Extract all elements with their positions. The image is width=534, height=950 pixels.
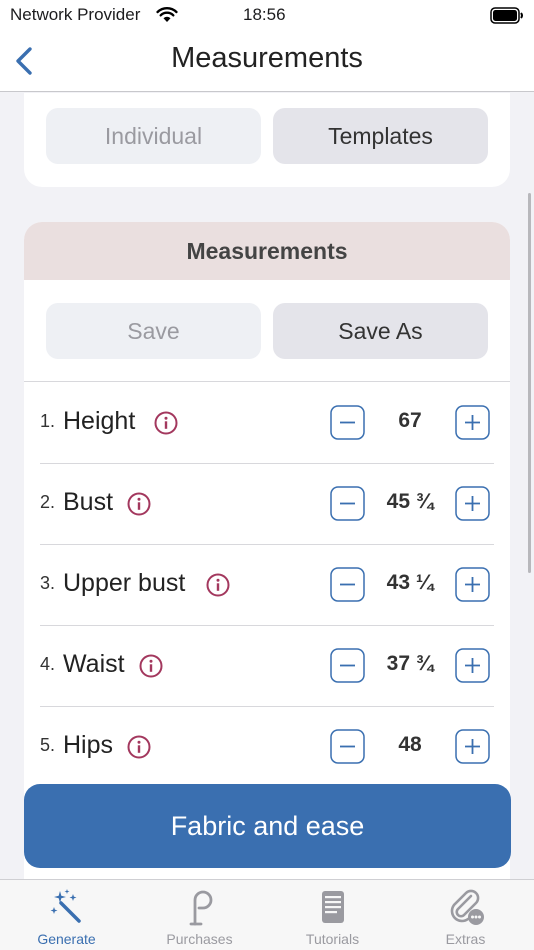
paperclip-more-icon bbox=[447, 888, 485, 926]
row-label: Height bbox=[63, 407, 136, 435]
individual-button[interactable]: Individual bbox=[46, 108, 261, 164]
mode-card: Individual Templates bbox=[24, 93, 510, 187]
info-icon[interactable] bbox=[139, 654, 163, 678]
row-label: Waist bbox=[63, 650, 125, 678]
save-row: Save Save As bbox=[24, 280, 510, 382]
templates-button[interactable]: Templates bbox=[273, 108, 488, 164]
tab-generate[interactable]: Generate bbox=[0, 880, 133, 950]
measurement-row-height: 1. Height 67 bbox=[40, 383, 494, 464]
plus-icon bbox=[455, 648, 490, 683]
row-label: Hips bbox=[63, 731, 114, 759]
measurements-header: Measurements bbox=[24, 222, 510, 280]
page-title: Measurements bbox=[171, 42, 363, 74]
wifi-icon bbox=[156, 6, 178, 28]
increment-button[interactable] bbox=[455, 648, 490, 683]
status-time: 18:56 bbox=[243, 5, 286, 24]
tab-label: Tutorials bbox=[305, 931, 360, 947]
measurement-row-upper-bust: 3. Upper bust 43 ¼ bbox=[40, 545, 494, 626]
measurement-row-hips: 5. Hips 48 bbox=[40, 707, 494, 788]
plus-icon bbox=[455, 405, 490, 440]
minus-icon bbox=[330, 729, 365, 764]
decrement-button[interactable] bbox=[330, 486, 365, 521]
decrement-button[interactable] bbox=[330, 405, 365, 440]
row-number: 5. bbox=[40, 735, 56, 755]
row-value: 48 bbox=[398, 733, 422, 756]
row-value: 45 ¾ bbox=[386, 490, 434, 513]
save-button[interactable]: Save bbox=[46, 303, 261, 359]
tab-label: Extras bbox=[445, 931, 486, 947]
info-icon[interactable] bbox=[127, 735, 151, 759]
measurements-card: Measurements Save Save As 1. Height 67 2… bbox=[24, 222, 510, 879]
row-number: 1. bbox=[40, 411, 56, 431]
row-value: 67 bbox=[398, 409, 422, 432]
plus-icon bbox=[455, 729, 490, 764]
decrement-button[interactable] bbox=[330, 729, 365, 764]
minus-icon bbox=[330, 486, 365, 521]
decrement-button[interactable] bbox=[330, 567, 365, 602]
magic-wand-icon bbox=[48, 888, 86, 926]
navigation-bar: Measurements bbox=[0, 32, 534, 92]
minus-icon bbox=[330, 648, 365, 683]
row-value: 37 ¾ bbox=[386, 652, 434, 675]
measurement-row-bust: 2. Bust 45 ¾ bbox=[40, 464, 494, 545]
minus-icon bbox=[330, 405, 365, 440]
tab-label: Purchases bbox=[166, 931, 233, 947]
info-icon[interactable] bbox=[127, 492, 151, 516]
pattern-hook-icon bbox=[181, 888, 219, 926]
tab-label: Generate bbox=[37, 931, 96, 947]
info-icon[interactable] bbox=[206, 573, 230, 597]
row-label: Bust bbox=[63, 488, 114, 516]
increment-button[interactable] bbox=[455, 567, 490, 602]
row-number: 4. bbox=[40, 654, 56, 674]
row-value: 43 ¼ bbox=[386, 571, 434, 594]
increment-button[interactable] bbox=[455, 405, 490, 440]
measurement-row-waist: 4. Waist 37 ¾ bbox=[40, 626, 494, 707]
fabric-and-ease-button[interactable]: Fabric and ease bbox=[24, 784, 511, 868]
row-number: 3. bbox=[40, 573, 56, 593]
tab-bar: Generate Purchases Tutorials Extras bbox=[0, 879, 534, 950]
content-scroll[interactable]: Individual Templates Measurements Save S… bbox=[0, 93, 534, 879]
scrollbar[interactable] bbox=[528, 193, 531, 573]
plus-icon bbox=[455, 567, 490, 602]
increment-button[interactable] bbox=[455, 486, 490, 521]
tab-extras[interactable]: Extras bbox=[399, 880, 532, 950]
tab-tutorials[interactable]: Tutorials bbox=[266, 880, 399, 950]
plus-icon bbox=[455, 486, 490, 521]
book-icon bbox=[314, 888, 352, 926]
carrier-name: Network Provider bbox=[10, 5, 141, 24]
tab-purchases[interactable]: Purchases bbox=[133, 880, 266, 950]
info-icon[interactable] bbox=[154, 411, 178, 435]
row-label: Upper bust bbox=[63, 569, 186, 597]
save-as-button[interactable]: Save As bbox=[273, 303, 488, 359]
battery-icon bbox=[490, 7, 524, 29]
decrement-button[interactable] bbox=[330, 648, 365, 683]
status-bar: Network Provider 18:56 bbox=[0, 0, 534, 32]
increment-button[interactable] bbox=[455, 729, 490, 764]
minus-icon bbox=[330, 567, 365, 602]
row-number: 2. bbox=[40, 492, 56, 512]
